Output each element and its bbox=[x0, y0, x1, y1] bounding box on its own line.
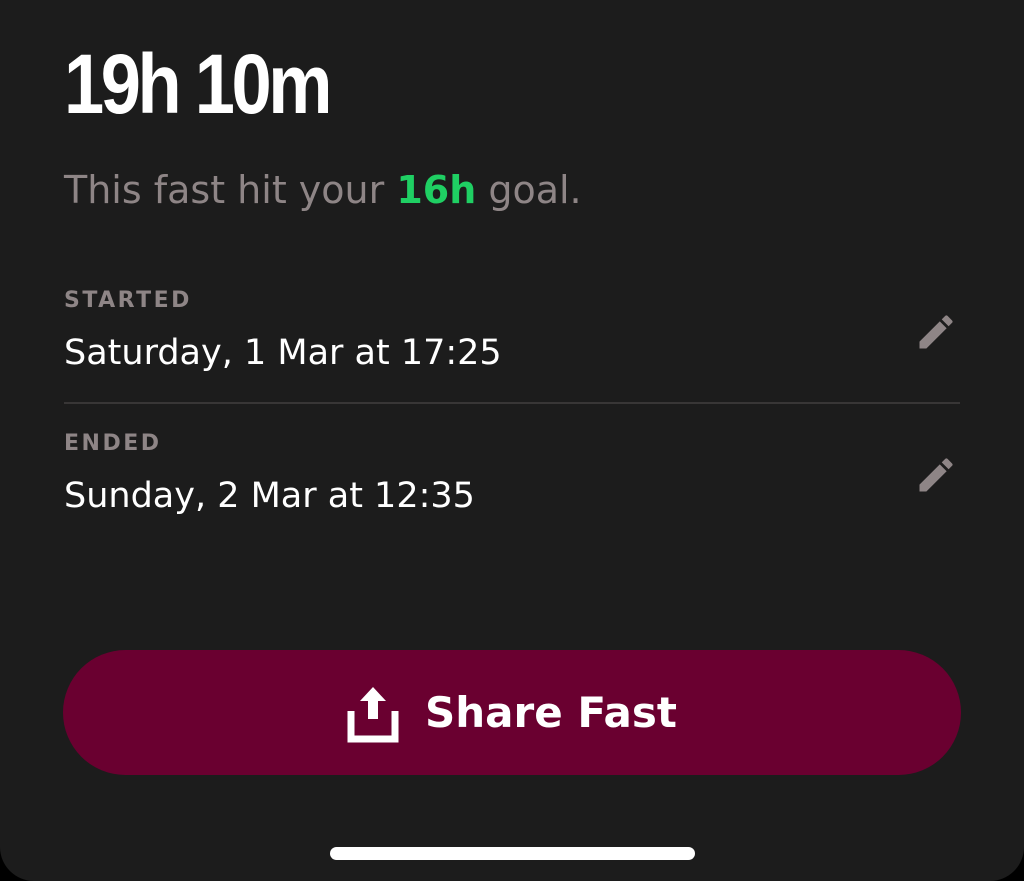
fast-duration: 19h 10m bbox=[64, 37, 333, 131]
divider bbox=[64, 402, 960, 404]
share-fast-label: Share Fast bbox=[425, 687, 677, 737]
goal-message: This fast hit your 16h goal. bbox=[64, 168, 582, 214]
goal-message-prefix: This fast hit your bbox=[64, 168, 397, 212]
share-upload-icon bbox=[347, 683, 399, 743]
share-fast-button[interactable]: Share Fast bbox=[63, 650, 961, 775]
fast-summary-sheet: 19h 10m This fast hit your 16h goal. STA… bbox=[0, 0, 1024, 881]
ended-label: ENDED bbox=[64, 431, 162, 456]
goal-message-suffix: goal. bbox=[476, 168, 582, 212]
edit-started-button[interactable] bbox=[912, 308, 960, 356]
ended-value: Sunday, 2 Mar at 12:35 bbox=[64, 476, 475, 516]
pencil-icon bbox=[919, 315, 953, 349]
started-value: Saturday, 1 Mar at 17:25 bbox=[64, 333, 502, 373]
started-label: STARTED bbox=[64, 288, 192, 313]
pencil-icon bbox=[919, 458, 953, 492]
home-indicator[interactable] bbox=[330, 847, 695, 860]
ended-row: ENDED Sunday, 2 Mar at 12:35 bbox=[64, 431, 960, 541]
started-row: STARTED Saturday, 1 Mar at 17:25 bbox=[64, 288, 960, 398]
goal-value: 16h bbox=[396, 168, 477, 212]
edit-ended-button[interactable] bbox=[912, 451, 960, 499]
